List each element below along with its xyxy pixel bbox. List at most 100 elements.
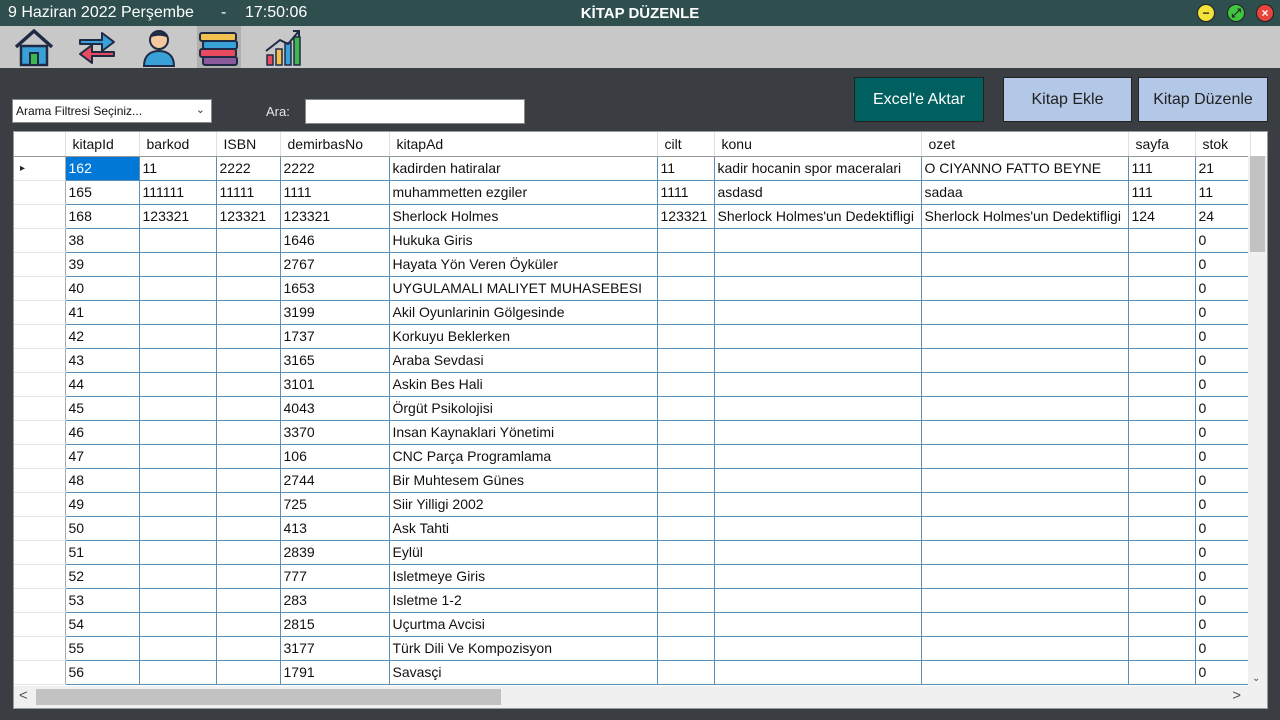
cell-isbn[interactable] — [216, 516, 281, 541]
cell-cilt[interactable] — [657, 300, 715, 325]
cell-stok[interactable]: 0 — [1195, 516, 1251, 541]
cell-cilt[interactable] — [657, 324, 715, 349]
column-header-isbn[interactable]: ISBN — [216, 132, 281, 157]
cell-barkod[interactable] — [139, 348, 217, 373]
cell-cilt[interactable] — [657, 396, 715, 421]
cell-kitapid[interactable]: 168 — [65, 204, 140, 229]
cell-kitapid[interactable]: 49 — [65, 492, 140, 517]
cell-kitapid[interactable]: 40 — [65, 276, 140, 301]
cell-ozet[interactable] — [921, 660, 1129, 685]
cell-barkod[interactable] — [139, 372, 217, 397]
cell-demirbasno[interactable]: 4043 — [280, 396, 390, 421]
row-header-cell[interactable] — [14, 636, 66, 661]
close-button[interactable]: × — [1256, 4, 1274, 22]
edit-book-button[interactable]: Kitap Düzenle — [1138, 77, 1268, 122]
cell-demirbasno[interactable]: 2744 — [280, 468, 390, 493]
cell-ozet[interactable]: O CIYANNO FATTO BEYNE — [921, 156, 1129, 181]
cell-demirbasno[interactable]: 3199 — [280, 300, 390, 325]
cell-stok[interactable]: 11 — [1195, 180, 1251, 205]
row-header-cell[interactable] — [14, 348, 66, 373]
cell-sayfa[interactable] — [1128, 468, 1196, 493]
scroll-left-icon[interactable]: < — [19, 687, 28, 704]
table-row[interactable]: 54 2815 Uçurtma Avcisi 0 — [14, 612, 1251, 637]
cell-demirbasno[interactable]: 3177 — [280, 636, 390, 661]
column-header-demirbasno[interactable]: demirbasNo — [280, 132, 390, 157]
row-header-cell[interactable] — [14, 540, 66, 565]
cell-konu[interactable] — [714, 444, 922, 469]
cell-cilt[interactable] — [657, 540, 715, 565]
cell-stok[interactable]: 0 — [1195, 588, 1251, 613]
scroll-down-icon[interactable]: ⌄ — [1252, 673, 1260, 684]
cell-sayfa[interactable] — [1128, 276, 1196, 301]
cell-ozet[interactable]: Sherlock Holmes'un Dedektifligi — [921, 204, 1129, 229]
cell-sayfa[interactable] — [1128, 612, 1196, 637]
table-row[interactable]: 44 3101 Askin Bes Hali 0 — [14, 372, 1251, 397]
cell-ozet[interactable] — [921, 564, 1129, 589]
cell-kitapid[interactable]: 47 — [65, 444, 140, 469]
cell-konu[interactable] — [714, 492, 922, 517]
maximize-button[interactable]: ⤢ — [1227, 4, 1245, 22]
cell-kitapad[interactable]: Siir Yilligi 2002 — [389, 492, 658, 517]
cell-stok[interactable]: 0 — [1195, 396, 1251, 421]
cell-isbn[interactable] — [216, 348, 281, 373]
row-header-cell[interactable] — [14, 468, 66, 493]
row-header-cell[interactable] — [14, 564, 66, 589]
table-row[interactable]: 46 3370 Insan Kaynaklari Yönetimi 0 — [14, 420, 1251, 445]
cell-barkod[interactable] — [139, 396, 217, 421]
cell-sayfa[interactable]: 111 — [1128, 156, 1196, 181]
row-header-cell[interactable] — [14, 276, 66, 301]
row-header-cell[interactable] — [14, 324, 66, 349]
cell-isbn[interactable] — [216, 636, 281, 661]
cell-cilt[interactable] — [657, 612, 715, 637]
cell-cilt[interactable] — [657, 468, 715, 493]
cell-kitapad[interactable]: Korkuyu Beklerken — [389, 324, 658, 349]
cell-isbn[interactable] — [216, 660, 281, 685]
cell-barkod[interactable] — [139, 324, 217, 349]
cell-kitapid[interactable]: 39 — [65, 252, 140, 277]
minimize-button[interactable]: − — [1197, 4, 1215, 22]
row-header-cell[interactable] — [14, 444, 66, 469]
cell-kitapad[interactable]: Bir Muhtesem Günes — [389, 468, 658, 493]
cell-barkod[interactable] — [139, 276, 217, 301]
table-row[interactable]: 168 123321 123321 123321 Sherlock Holmes 1233… — [14, 204, 1251, 229]
cell-barkod[interactable]: 11 — [139, 156, 217, 181]
cell-ozet[interactable] — [921, 468, 1129, 493]
cell-ozet[interactable] — [921, 444, 1129, 469]
cell-stok[interactable]: 0 — [1195, 564, 1251, 589]
table-row[interactable]: 38 1646 Hukuka Giris 0 — [14, 228, 1251, 253]
row-header-cell[interactable] — [14, 396, 66, 421]
row-header-cell[interactable] — [14, 180, 66, 205]
cell-isbn[interactable] — [216, 276, 281, 301]
cell-barkod[interactable] — [139, 300, 217, 325]
cell-stok[interactable]: 0 — [1195, 420, 1251, 445]
cell-konu[interactable] — [714, 540, 922, 565]
cell-ozet[interactable] — [921, 252, 1129, 277]
cell-sayfa[interactable] — [1128, 252, 1196, 277]
cell-sayfa[interactable] — [1128, 492, 1196, 517]
cell-kitapid[interactable]: 38 — [65, 228, 140, 253]
cell-kitapid[interactable]: 43 — [65, 348, 140, 373]
cell-stok[interactable]: 24 — [1195, 204, 1251, 229]
cell-demirbasno[interactable]: 1646 — [280, 228, 390, 253]
row-header-cell[interactable] — [14, 420, 66, 445]
vertical-scroll-thumb[interactable] — [1250, 156, 1265, 252]
table-row[interactable]: 43 3165 Araba Sevdasi 0 — [14, 348, 1251, 373]
cell-demirbasno[interactable]: 2222 — [280, 156, 390, 181]
cell-ozet[interactable] — [921, 300, 1129, 325]
cell-barkod[interactable] — [139, 420, 217, 445]
cell-sayfa[interactable] — [1128, 324, 1196, 349]
column-header-barkod[interactable]: barkod — [139, 132, 217, 157]
cell-isbn[interactable] — [216, 300, 281, 325]
cell-sayfa[interactable] — [1128, 540, 1196, 565]
table-row[interactable]: 47 106 CNC Parça Programlama 0 — [14, 444, 1251, 469]
cell-konu[interactable] — [714, 516, 922, 541]
cell-kitapid[interactable]: 165 — [65, 180, 140, 205]
cell-kitapid[interactable]: 162 — [65, 156, 140, 181]
cell-barkod[interactable] — [139, 564, 217, 589]
cell-kitapad[interactable]: Uçurtma Avcisi — [389, 612, 658, 637]
horizontal-scrollbar[interactable]: < > — [14, 686, 1267, 708]
cell-ozet[interactable] — [921, 636, 1129, 661]
search-filter-select[interactable]: Arama Filtresi Seçiniz... ⌄ — [12, 99, 212, 123]
cell-kitapad[interactable]: Isletmeye Giris — [389, 564, 658, 589]
cell-kitapid[interactable]: 52 — [65, 564, 140, 589]
